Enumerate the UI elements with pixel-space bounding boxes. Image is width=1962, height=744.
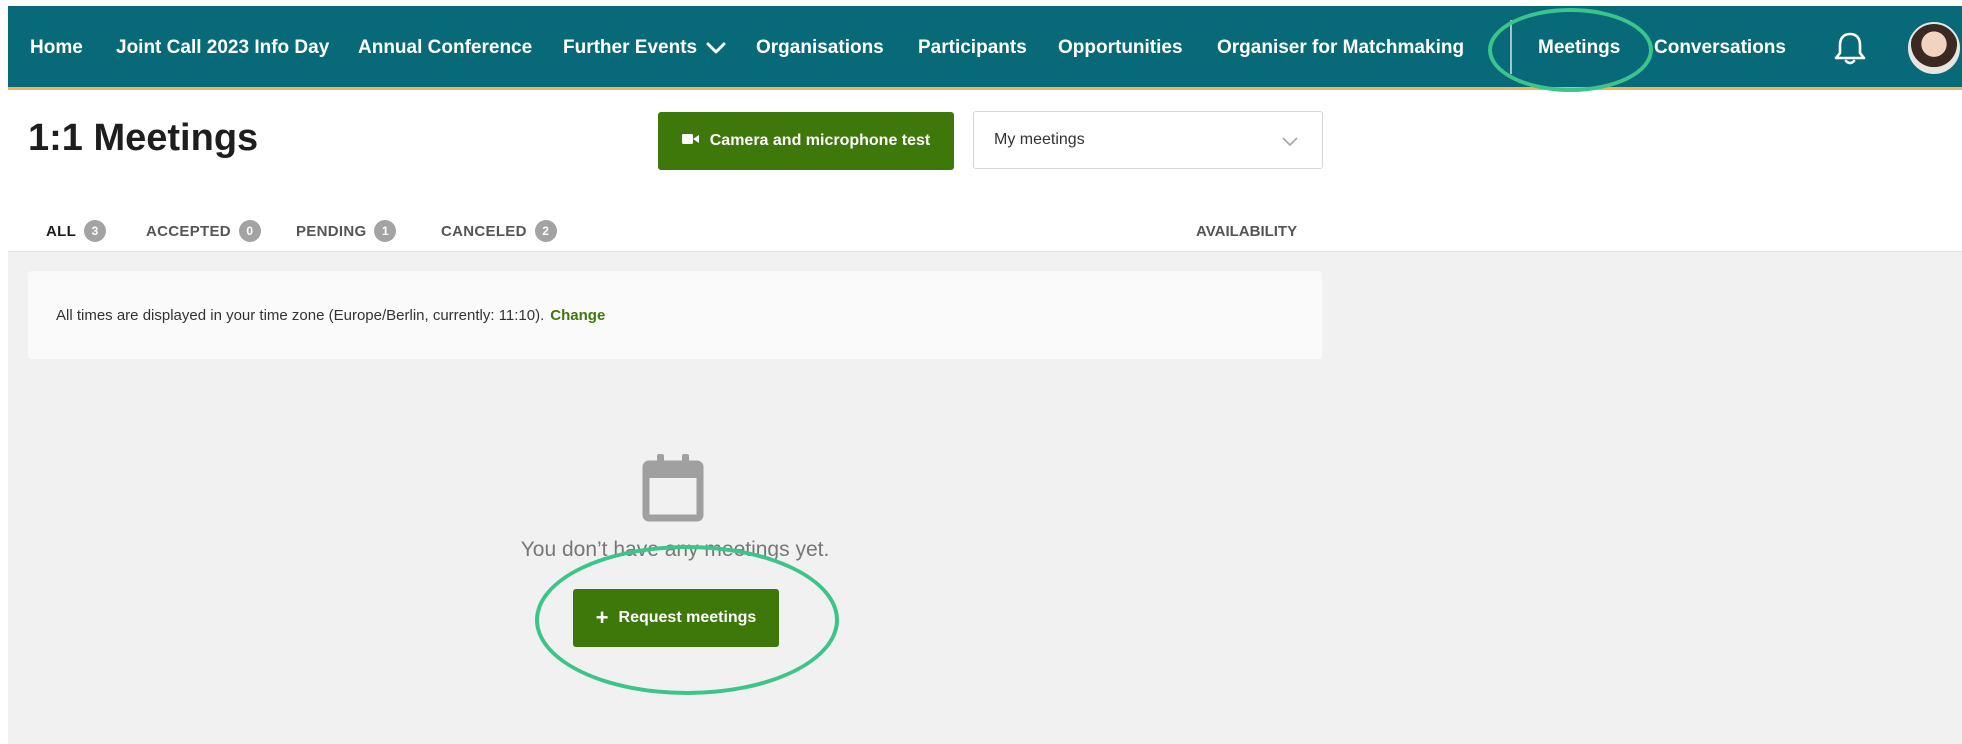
camera-microphone-test-button[interactable]: Camera and microphone test bbox=[658, 112, 954, 170]
meetings-filter-select[interactable]: My meetings bbox=[973, 111, 1323, 169]
nav-item-organiser-for-matchmaking[interactable]: Organiser for Matchmaking bbox=[1217, 6, 1464, 90]
count-badge: 1 bbox=[374, 220, 397, 242]
chevron-down-icon bbox=[706, 41, 726, 55]
nav-divider bbox=[1510, 20, 1512, 74]
plus-icon: + bbox=[595, 605, 609, 630]
nav-item-opportunities[interactable]: Opportunities bbox=[1058, 6, 1183, 90]
count-badge: 2 bbox=[534, 220, 557, 242]
request-meetings-button[interactable]: + Request meetings bbox=[573, 589, 779, 647]
bell-icon[interactable] bbox=[1833, 30, 1867, 66]
nav-item-home[interactable]: Home bbox=[30, 6, 83, 90]
page-title: 1:1 Meetings bbox=[28, 117, 259, 159]
calendar-icon bbox=[642, 452, 704, 522]
chevron-down-icon bbox=[1280, 131, 1300, 156]
nav-item-further-events-label: Further Events bbox=[563, 37, 698, 58]
count-badge: 3 bbox=[84, 220, 107, 242]
tab-all[interactable]: ALL 3 bbox=[43, 210, 113, 254]
camera-button-label: Camera and microphone test bbox=[709, 132, 931, 149]
video-camera-icon bbox=[681, 132, 700, 150]
nav-item-annual-conference[interactable]: Annual Conference bbox=[358, 6, 532, 90]
nav-item-organisations[interactable]: Organisations bbox=[756, 6, 884, 90]
tab-label: PENDING bbox=[296, 222, 367, 240]
empty-state-message: You don’t have any meetings yet. bbox=[520, 538, 830, 561]
nav-item-joint-call-info-day[interactable]: Joint Call 2023 Info Day bbox=[116, 6, 329, 90]
nav-item-participants[interactable]: Participants bbox=[918, 6, 1027, 90]
tab-accepted[interactable]: ACCEPTED 0 bbox=[146, 210, 261, 252]
meetings-filter-value: My meetings bbox=[994, 131, 1085, 148]
timezone-notice: All times are displayed in your time zon… bbox=[28, 271, 1322, 359]
meeting-status-tabs: ALL 3 ACCEPTED 0 PENDING 1 CANCELED 2 AV… bbox=[28, 210, 1324, 254]
nav-item-further-events[interactable]: Further Events bbox=[563, 6, 726, 90]
nav-item-conversations[interactable]: Conversations bbox=[1654, 6, 1786, 90]
timezone-text: All times are displayed in your time zon… bbox=[56, 306, 545, 324]
tab-label: CANCELED bbox=[441, 222, 527, 240]
tab-label: ALL bbox=[46, 222, 77, 240]
nav-item-meetings[interactable]: Meetings bbox=[1538, 6, 1620, 90]
meetings-content: All times are displayed in your time zon… bbox=[8, 252, 1962, 744]
request-meetings-label: Request meetings bbox=[618, 609, 757, 626]
count-badge: 0 bbox=[238, 220, 261, 242]
user-avatar[interactable] bbox=[1908, 22, 1960, 74]
top-navigation: Home Joint Call 2023 Info Day Annual Con… bbox=[8, 6, 1962, 90]
change-timezone-link[interactable]: Change bbox=[550, 307, 605, 324]
tab-label: ACCEPTED bbox=[146, 222, 231, 240]
tab-canceled[interactable]: CANCELED 2 bbox=[441, 210, 557, 252]
tab-availability[interactable]: AVAILABILITY bbox=[1196, 210, 1297, 252]
tab-pending[interactable]: PENDING 1 bbox=[296, 210, 397, 252]
